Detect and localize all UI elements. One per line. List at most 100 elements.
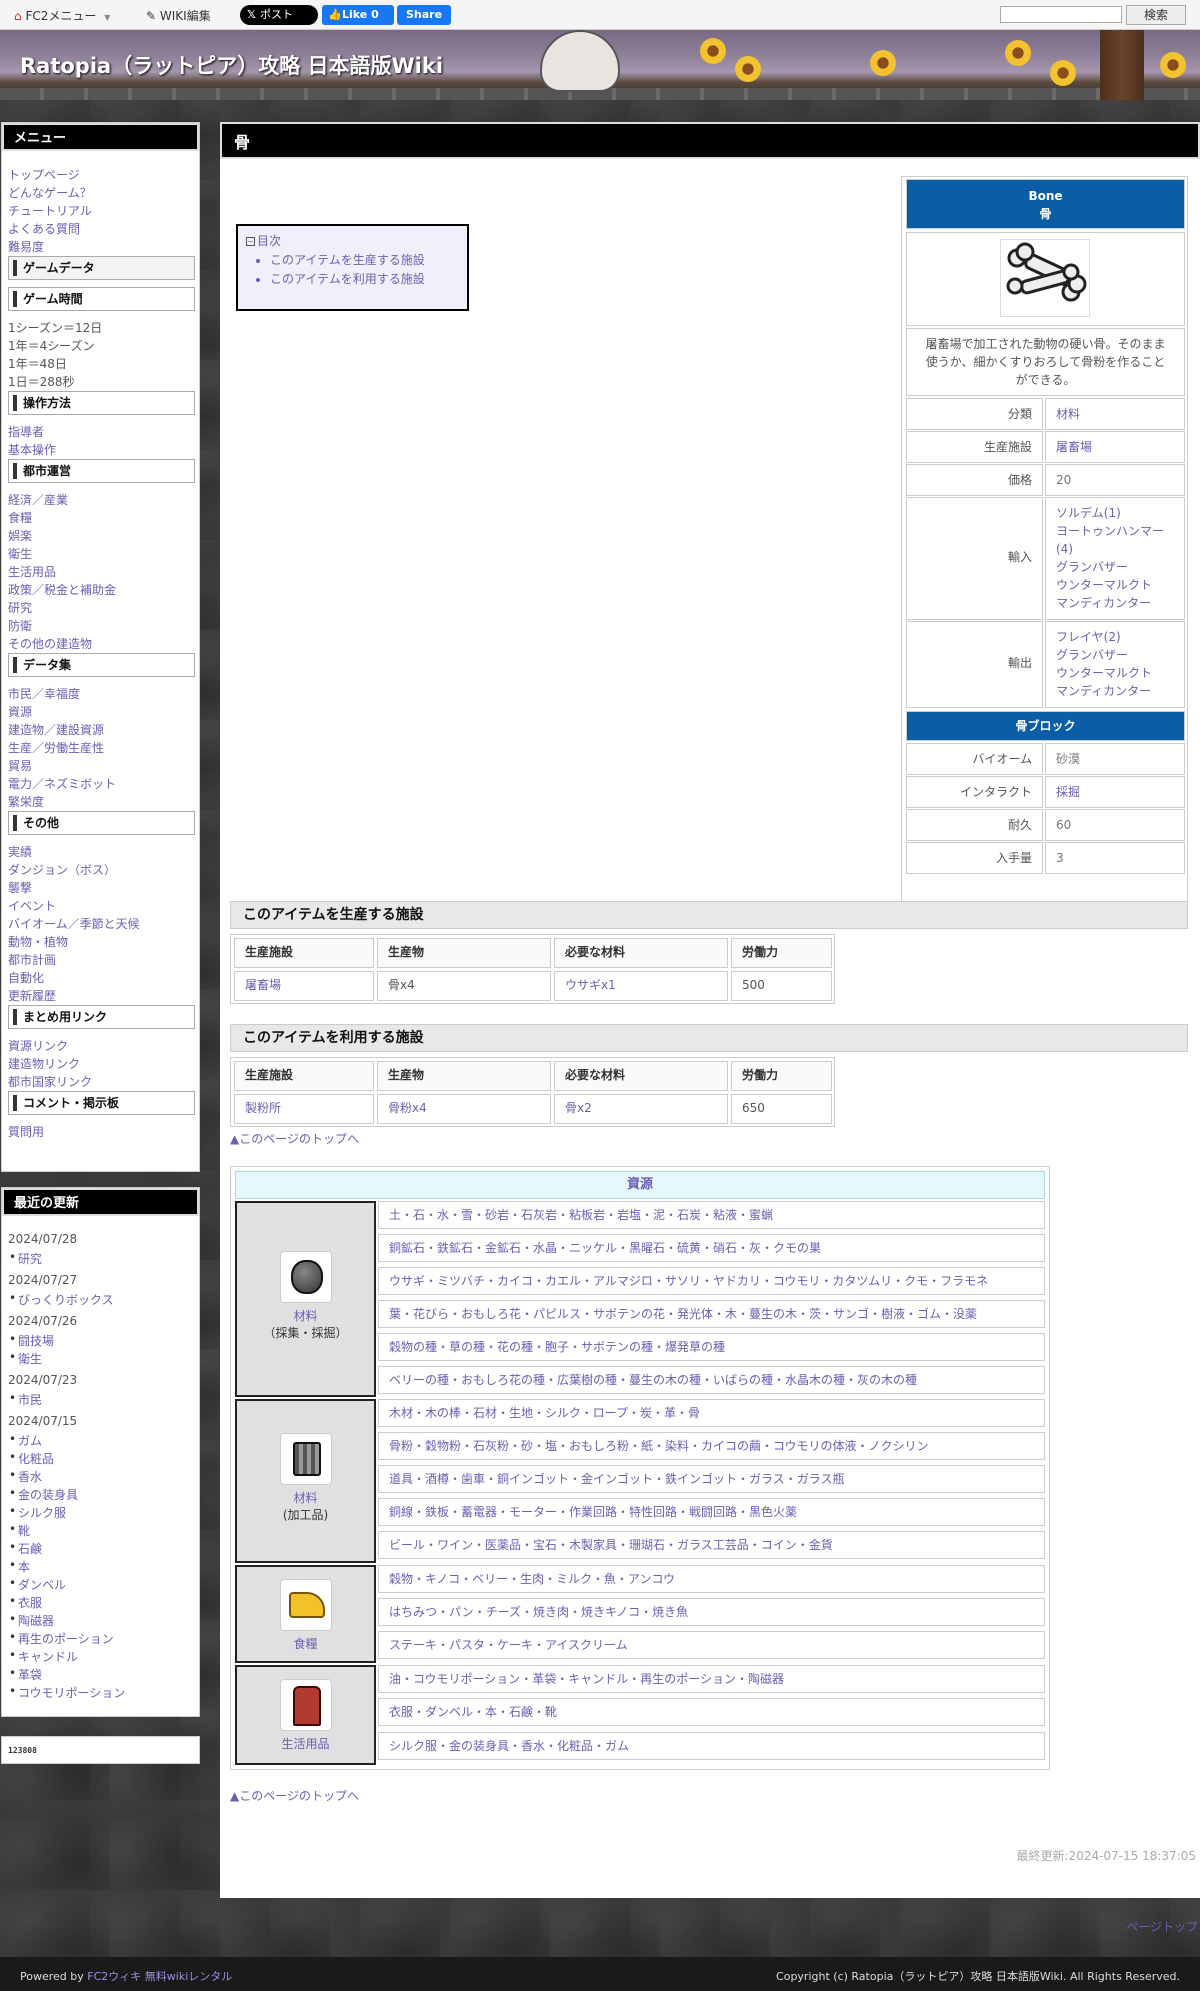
page-top-link[interactable]: ▲このページのトップへ [230,1130,359,1147]
category-link[interactable]: 材料 [1056,407,1080,421]
sidebar-link[interactable]: 更新履歴 [8,987,56,1004]
sidebar-link[interactable]: 衛生 [8,545,32,562]
sidebar-link[interactable]: 質問用 [8,1123,44,1140]
sidebar-link[interactable]: 建造物リンク [8,1055,80,1072]
resource-row[interactable]: シルク服・金の装身具・香水・化粧品・ガム [378,1732,1045,1760]
sidebar-link[interactable]: 防衛 [8,617,32,634]
category-link[interactable]: 生活用品 [237,1735,374,1752]
import-link[interactable]: ウンターマルクト [1056,578,1152,592]
resource-row[interactable]: はちみつ・パン・チーズ・焼き肉・焼きキノコ・焼き魚 [378,1598,1045,1626]
category-link[interactable]: 食糧 [237,1635,374,1652]
category-link[interactable]: 材料 [237,1489,374,1506]
resource-row[interactable]: ビール・ワイン・医薬品・宝石・木製家具・珊瑚石・ガラス工芸品・コイン・金貨 [378,1531,1045,1559]
sidebar-link[interactable]: 都市国家リンク [8,1073,92,1090]
update-item[interactable]: 市民 [9,1391,42,1408]
sidebar-link[interactable]: どんなゲーム？ [8,184,92,201]
resource-row[interactable]: 銅線・鉄板・蓄電器・モーター・作業回路・特性回路・戦闘回路・黒色火薬 [378,1498,1045,1526]
sidebar-link[interactable]: 資源 [8,703,32,720]
sidebar-link[interactable]: 自動化 [8,969,44,986]
update-item[interactable]: 陶磁器 [9,1612,54,1629]
resource-row[interactable]: 衣服・ダンベル・本・石鹸・靴 [378,1698,1045,1726]
sidebar-link[interactable]: 動物・植物 [8,933,68,950]
resource-row[interactable]: ウサギ・ミツバチ・カイコ・カエル・アルマジロ・サソリ・ヤドカリ・コウモリ・カタツ… [378,1267,1045,1295]
export-link[interactable]: フレイヤ(2) [1056,630,1121,644]
update-item[interactable]: 石鹸 [9,1540,42,1557]
resource-row[interactable]: ベリーの種・おもしろ花の種・広葉樹の種・蔓生の木の種・いばらの種・水晶木の種・灰… [378,1366,1045,1394]
sidebar-link[interactable]: よくある質問 [8,220,80,237]
sidebar-link[interactable]: 資源リンク [8,1037,68,1054]
material-link[interactable]: ウサギx1 [565,978,616,992]
category-link[interactable]: 材料 [237,1307,374,1324]
sidebar-link[interactable]: 市民／幸福度 [8,685,80,702]
toc-item[interactable]: このアイテムを利用する施設 [270,270,459,289]
resource-row[interactable]: 銅鉱石・鉄鉱石・金鉱石・水晶・ニッケル・黒曜石・硫黄・硝石・灰・クモの巣 [378,1234,1045,1262]
sidebar-link[interactable]: チュートリアル [8,202,92,219]
update-item[interactable]: 化粧品 [9,1450,54,1467]
update-item[interactable]: 本 [9,1558,30,1575]
sidebar-link[interactable]: 貿易 [8,757,32,774]
facility-link[interactable]: 屠畜場 [245,978,281,992]
export-link[interactable]: マンディカンター [1056,684,1151,698]
page-top-link[interactable]: ▲このページのトップへ [230,1787,359,1804]
sidebar-link[interactable]: 建造物／建設資源 [8,721,104,738]
update-item[interactable]: 金の装身具 [9,1486,78,1503]
facility-link[interactable]: 製粉所 [245,1101,281,1115]
sidebar-link[interactable]: 食糧 [8,509,32,526]
resource-row[interactable]: 道具・酒樽・歯車・銅インゴット・金インゴット・鉄インゴット・ガラス・ガラス瓶 [378,1465,1045,1493]
import-link[interactable]: マンディカンター [1056,596,1151,610]
material-link[interactable]: 骨x2 [565,1101,592,1115]
resource-row[interactable]: 穀物の種・草の種・花の種・胞子・サボテンの種・爆発草の種 [378,1333,1045,1361]
sidebar-link[interactable]: 生活用品 [8,563,56,580]
resource-row[interactable]: 穀物・キノコ・ベリー・生肉・ミルク・魚・アンコウ [378,1565,1045,1593]
sidebar-link[interactable]: 研究 [8,599,32,616]
sidebar-link[interactable]: 経済／産業 [8,491,68,508]
update-item[interactable]: 靴 [9,1522,30,1539]
resource-row[interactable]: ステーキ・パスタ・ケーキ・アイスクリーム [378,1631,1045,1659]
update-item[interactable]: 香水 [9,1468,42,1485]
update-item[interactable]: びっくりボックス [9,1291,114,1308]
resource-row[interactable]: 葉・花びら・おもしろ花・パピルス・サボテンの花・発光体・木・蔓生の木・茨・サンゴ… [378,1300,1045,1328]
resource-row[interactable]: 油・コウモリポーション・革袋・キャンドル・再生のポーション・陶磁器 [378,1665,1045,1693]
import-link[interactable]: グランバザー [1056,560,1128,574]
resource-row[interactable]: 骨粉・穀物粉・石灰粉・砂・塩・おもしろ粉・紙・染料・カイコの繭・コウモリの体液・… [378,1432,1045,1460]
update-item[interactable]: キャンドル [9,1648,78,1665]
sidebar-link[interactable]: 都市計画 [8,951,56,968]
sidebar-link[interactable]: ダンジョン（ボス） [8,861,116,878]
update-item[interactable]: 衣服 [9,1594,42,1611]
sidebar-link[interactable]: 基本操作 [8,441,56,458]
sidebar-link[interactable]: 電力／ネズミボット [8,775,116,792]
resource-row[interactable]: 木材・木の棒・石材・生地・シルク・ロープ・炭・革・骨 [378,1399,1045,1427]
update-item[interactable]: ダンベル [9,1576,66,1593]
sidebar-link[interactable]: トップページ [8,166,80,183]
sidebar-link[interactable]: 襲撃 [8,879,32,896]
update-item[interactable]: 闘技場 [9,1332,54,1349]
sidebar-link[interactable]: 政策／税金と補助金 [8,581,116,598]
update-item[interactable]: 研究 [9,1250,42,1267]
search-button[interactable]: 検索 [1126,5,1186,25]
fc2-wiki-link[interactable]: FC2ウィキ 無料wikiレンタル [87,1970,232,1983]
update-item[interactable]: ガム [9,1432,42,1449]
sidebar-link[interactable]: 実績 [8,843,32,860]
update-item[interactable]: コウモリポーション [9,1684,125,1701]
toc-toggle[interactable]: − 目次 [246,232,459,249]
sidebar-link[interactable]: 娯楽 [8,527,32,544]
sidebar-link[interactable]: バイオーム／季節と天候 [8,915,140,932]
sidebar-link[interactable]: 難易度 [8,238,44,255]
x-post-button[interactable]: 𝕏 ポスト [240,5,318,25]
resource-table-title[interactable]: 資源 [235,1171,1045,1199]
fc2-menu[interactable]: ⌂ FC2メニュー ▼ [14,7,110,24]
search-input[interactable] [1000,6,1122,23]
update-item[interactable]: 再生のポーション [9,1630,114,1647]
update-item[interactable]: 革袋 [9,1666,42,1683]
fb-like-button[interactable]: 👍 Like 0 [322,5,394,25]
import-link[interactable]: ソルデム(1) [1056,506,1121,520]
update-item[interactable]: 衛生 [9,1350,42,1367]
toc-item[interactable]: このアイテムを生産する施設 [270,251,459,270]
export-link[interactable]: グランバザー [1056,648,1128,662]
export-link[interactable]: ウンターマルクト [1056,666,1152,680]
sidebar-link[interactable]: イベント [8,897,56,914]
interact-link[interactable]: 採掘 [1056,785,1080,799]
page-top-link[interactable]: ページトップ [1126,1918,1198,1935]
fb-share-button[interactable]: Share [397,5,451,25]
product-link[interactable]: 骨粉x4 [388,1101,427,1115]
